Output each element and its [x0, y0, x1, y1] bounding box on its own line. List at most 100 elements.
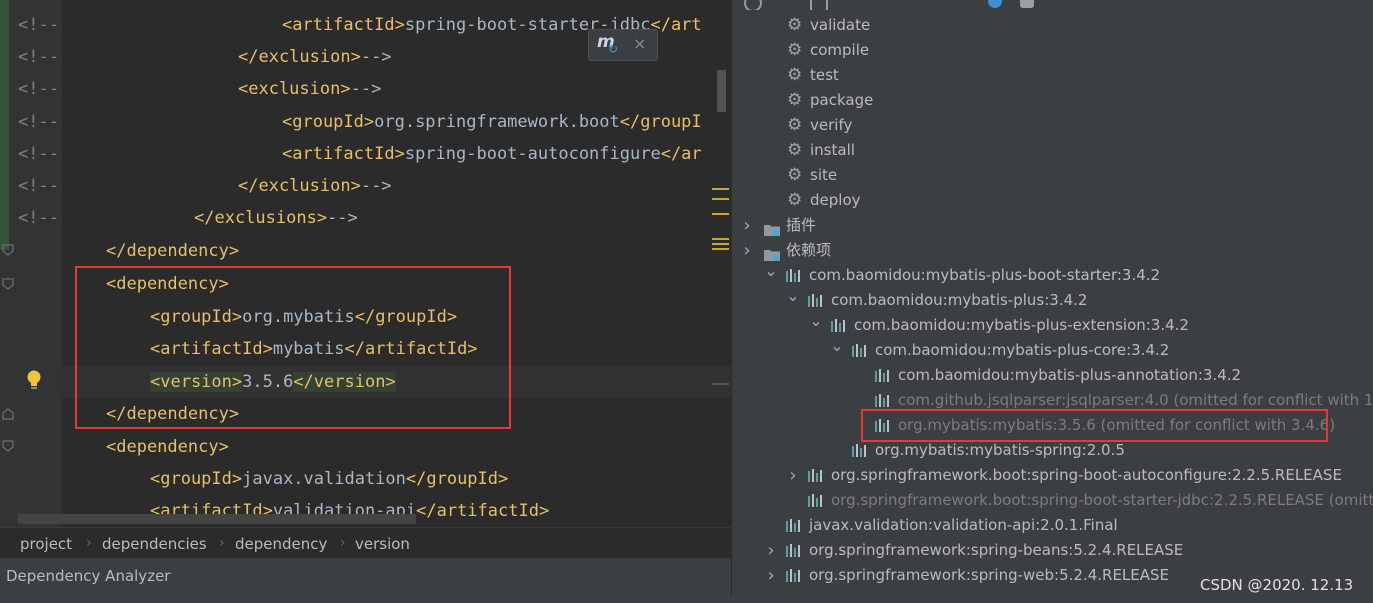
lifecycle-goal-site[interactable]: ⚙ site: [732, 163, 1352, 188]
code-line[interactable]: </exclusion>-->: [238, 41, 392, 73]
xml-tag: <artifactId>: [282, 144, 405, 164]
gear-icon: ⚙: [787, 90, 803, 110]
lifecycle-goal-test[interactable]: ⚙ test: [732, 63, 1352, 88]
fold-icon[interactable]: [2, 278, 14, 290]
chevron-right-icon[interactable]: ›: [740, 238, 754, 263]
goal-label: site: [810, 166, 838, 184]
goal-label: compile: [810, 41, 870, 59]
code-line[interactable]: <exclusion>-->: [238, 73, 381, 105]
error-stripe-mark: [712, 383, 729, 385]
dependency-node[interactable]: javax.validation:validation-api:2.0.1.Fi…: [732, 513, 1372, 538]
dependency-label: com.baomidou:mybatis-plus:3.4.2: [831, 291, 1088, 309]
lifecycle-goal-package[interactable]: ⚙ package: [732, 88, 1352, 113]
goal-label: validate: [810, 16, 871, 34]
dependency-label: org.springframework.boot:spring-boot-aut…: [831, 466, 1342, 484]
dependency-node[interactable]: org.springframework.boot:spring-boot-sta…: [732, 488, 1373, 513]
chevron-right-icon[interactable]: ›: [764, 563, 778, 588]
chevron-right-icon[interactable]: ›: [786, 463, 800, 488]
error-stripe-mark: [712, 248, 729, 250]
toggle-icon[interactable]: [1020, 0, 1034, 8]
xml-tag: </groupI: [619, 112, 702, 132]
dependency-node[interactable]: › org.springframework.boot:spring-boot-au…: [732, 463, 1372, 488]
chevron-down-icon[interactable]: ⌄: [786, 283, 800, 308]
comment-marker: <!--: [18, 79, 59, 99]
fold-icon[interactable]: [2, 244, 14, 256]
code-line[interactable]: <groupId>javax.validation</groupId>: [150, 463, 508, 495]
comment-marker: <!--: [18, 112, 59, 132]
dependencies-group[interactable]: › 依赖项: [732, 238, 1352, 263]
lifecycle-goal-validate[interactable]: ⚙ validate: [732, 13, 1352, 38]
error-stripe-mark: [712, 188, 729, 190]
breadcrumb-item-dependency[interactable]: dependency: [235, 535, 327, 553]
editor-horizontal-scrollbar[interactable]: [18, 514, 416, 524]
gear-icon: ⚙: [787, 40, 803, 60]
group-label: 插件: [786, 216, 817, 234]
vcs-change-marker: [0, 0, 9, 250]
breadcrumb-item-project[interactable]: project: [20, 535, 72, 553]
chevron-down-icon[interactable]: ⌄: [764, 258, 778, 283]
goal-label: verify: [810, 116, 853, 134]
code-editor[interactable]: <!-- <artifactId>spring-boot-starter-jdbc…: [0, 0, 731, 527]
dependency-node[interactable]: ⌄ com.baomidou:mybatis-plus:3.4.2: [732, 286, 1372, 313]
code-line[interactable]: </dependency>: [106, 235, 239, 267]
dependency-node[interactable]: › org.springframework:spring-beans:5.2.4.…: [732, 538, 1372, 563]
xml-tag: </dependency>: [106, 241, 240, 261]
code-line[interactable]: <artifactId>spring-boot-autoconfigure</a…: [282, 138, 702, 170]
library-icon: [831, 319, 845, 332]
xml-text: -->: [350, 79, 382, 99]
xml-tag: </art: [650, 15, 702, 35]
gear-icon: ⚙: [787, 140, 803, 160]
xml-text: -->: [360, 176, 392, 196]
maven-reload-popup[interactable]: m ↻ ×: [588, 29, 658, 61]
code-line[interactable]: </exclusion>-->: [238, 170, 392, 202]
bottom-edge: [0, 596, 1373, 603]
dependency-analyzer-tab[interactable]: Dependency Analyzer: [6, 567, 170, 585]
xml-tag: </exclusion>: [238, 47, 361, 67]
editor-scrollbar[interactable]: [717, 70, 726, 112]
dependency-node[interactable]: ⌄ com.baomidou:mybatis-plus-core:3.4.2: [732, 336, 1372, 363]
close-icon[interactable]: ×: [633, 34, 646, 53]
lifecycle-goal-deploy[interactable]: ⚙ deploy: [732, 188, 1352, 213]
lifecycle-goal-install[interactable]: ⚙ install: [732, 138, 1352, 163]
xml-tag: </ar: [660, 144, 702, 164]
chevron-down-icon[interactable]: ⌄: [830, 333, 844, 358]
folder-icon: [764, 219, 780, 236]
xml-text: org.springframework.boot: [374, 112, 620, 132]
dependency-label: javax.validation:validation-api:2.0.1.Fi…: [809, 516, 1118, 534]
dependency-node[interactable]: com.baomidou:mybatis-plus-annotation:3.4…: [732, 363, 1372, 388]
maven-toolbar: [732, 0, 1373, 10]
chevron-down-icon[interactable]: ⌄: [809, 308, 823, 333]
dependency-label: org.springframework:spring-web:5.2.4.REL…: [809, 566, 1170, 584]
run-icon[interactable]: [988, 0, 1002, 8]
lifecycle-goal-compile[interactable]: ⚙ compile: [732, 38, 1352, 63]
code-line[interactable]: </exclusions>-->: [194, 202, 358, 234]
xml-tag: </exclusion>: [238, 176, 361, 196]
chevron-right-icon[interactable]: ›: [740, 213, 754, 238]
fold-icon[interactable]: [2, 440, 14, 452]
dependency-label: org.springframework.boot:spring-boot-sta…: [831, 491, 1373, 509]
dependency-node[interactable]: ⌄ com.baomidou:mybatis-plus-extension:3.4…: [732, 311, 1372, 338]
comment-marker: <!--: [18, 208, 59, 228]
breadcrumb-item-dependencies[interactable]: dependencies: [102, 535, 207, 553]
gear-icon: ⚙: [787, 65, 803, 85]
code-line[interactable]: <groupId>org.springframework.boot</group…: [282, 106, 702, 138]
library-icon: [786, 269, 800, 282]
lightbulb-icon[interactable]: [26, 369, 42, 391]
library-icon: [786, 544, 800, 557]
chevron-right-icon[interactable]: ›: [764, 538, 778, 563]
reload-icon[interactable]: [744, 0, 762, 10]
gear-icon: ⚙: [787, 15, 803, 35]
code-line[interactable]: <dependency>: [106, 431, 229, 463]
search-icon[interactable]: [810, 0, 828, 10]
dependency-node[interactable]: ⌄ com.baomidou:mybatis-plus-boot-starter:…: [732, 261, 1372, 288]
plugins-group[interactable]: › 插件: [732, 213, 1352, 238]
xml-tag: <dependency>: [106, 437, 229, 457]
lifecycle-goal-verify[interactable]: ⚙ verify: [732, 113, 1352, 138]
gear-icon: ⚙: [787, 190, 803, 210]
fold-icon[interactable]: [2, 408, 14, 420]
library-icon: [875, 394, 889, 407]
xml-text: javax.validation: [242, 469, 406, 489]
error-stripe-mark: [712, 213, 729, 215]
breadcrumb-item-version[interactable]: version: [355, 535, 410, 553]
dependency-label: com.baomidou:mybatis-plus-extension:3.4.…: [854, 316, 1189, 334]
